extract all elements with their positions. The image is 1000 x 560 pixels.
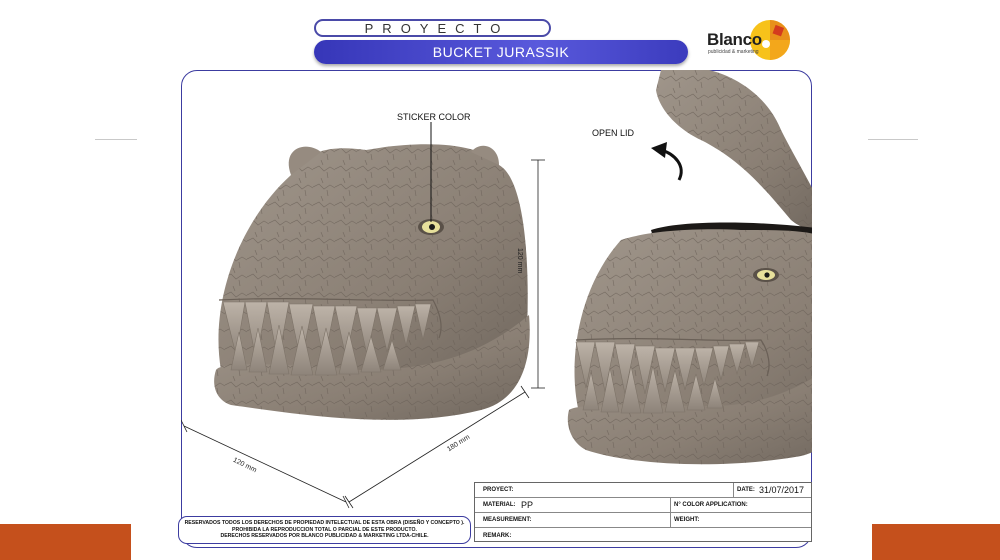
bucket-illustration: [181, 70, 812, 509]
spec-weight-label: WEIGHT:: [674, 517, 700, 523]
width-dimension: [181, 419, 350, 509]
rights-line-1: RESERVADOS TODOS LOS DERECHOS DE PROPIED…: [184, 520, 465, 526]
slide-band-right: [872, 524, 1000, 560]
project-label: PROYECTO: [314, 19, 551, 37]
spec-material-value: PP: [521, 500, 534, 510]
spec-project-label: PROYECT:: [483, 487, 514, 493]
slide-rule-left: [95, 139, 137, 140]
logo-name: Blanco: [707, 30, 762, 49]
spec-divider-mid: [670, 498, 671, 528]
sticker-color-label: STICKER COLOR: [397, 112, 471, 122]
spec-measurement-label: MEASUREMENT:: [483, 517, 532, 523]
spec-date-value: 31/07/2017: [759, 485, 805, 495]
spec-date-label: DATE:: [737, 487, 755, 493]
spec-table: PROYECT: DATE: 31/07/2017 MATERIAL: PP N…: [474, 482, 812, 542]
slide-rule-right: [868, 139, 918, 140]
height-dimension: [531, 159, 545, 389]
spec-material-label: MATERIAL:: [483, 502, 516, 508]
height-dimension-label: 120 mm: [516, 248, 523, 274]
spec-remark-label: REMARK:: [483, 533, 512, 539]
closed-bucket: [214, 144, 530, 420]
project-title: BUCKET JURASSIK: [314, 40, 688, 64]
spec-color-application-label: N° COLOR APPLICATION:: [674, 502, 748, 508]
slide-band-left: [0, 524, 131, 560]
spec-divider-date: [733, 483, 734, 498]
logo-tagline: publicidad & marketing: [708, 49, 759, 55]
rights-notice: RESERVADOS TODOS LOS DERECHOS DE PROPIED…: [178, 516, 471, 544]
rights-line-3: DERECHOS RESERVADOS POR BLANCO PUBLICIDA…: [220, 533, 429, 539]
open-lid-label: OPEN LID: [592, 128, 635, 138]
